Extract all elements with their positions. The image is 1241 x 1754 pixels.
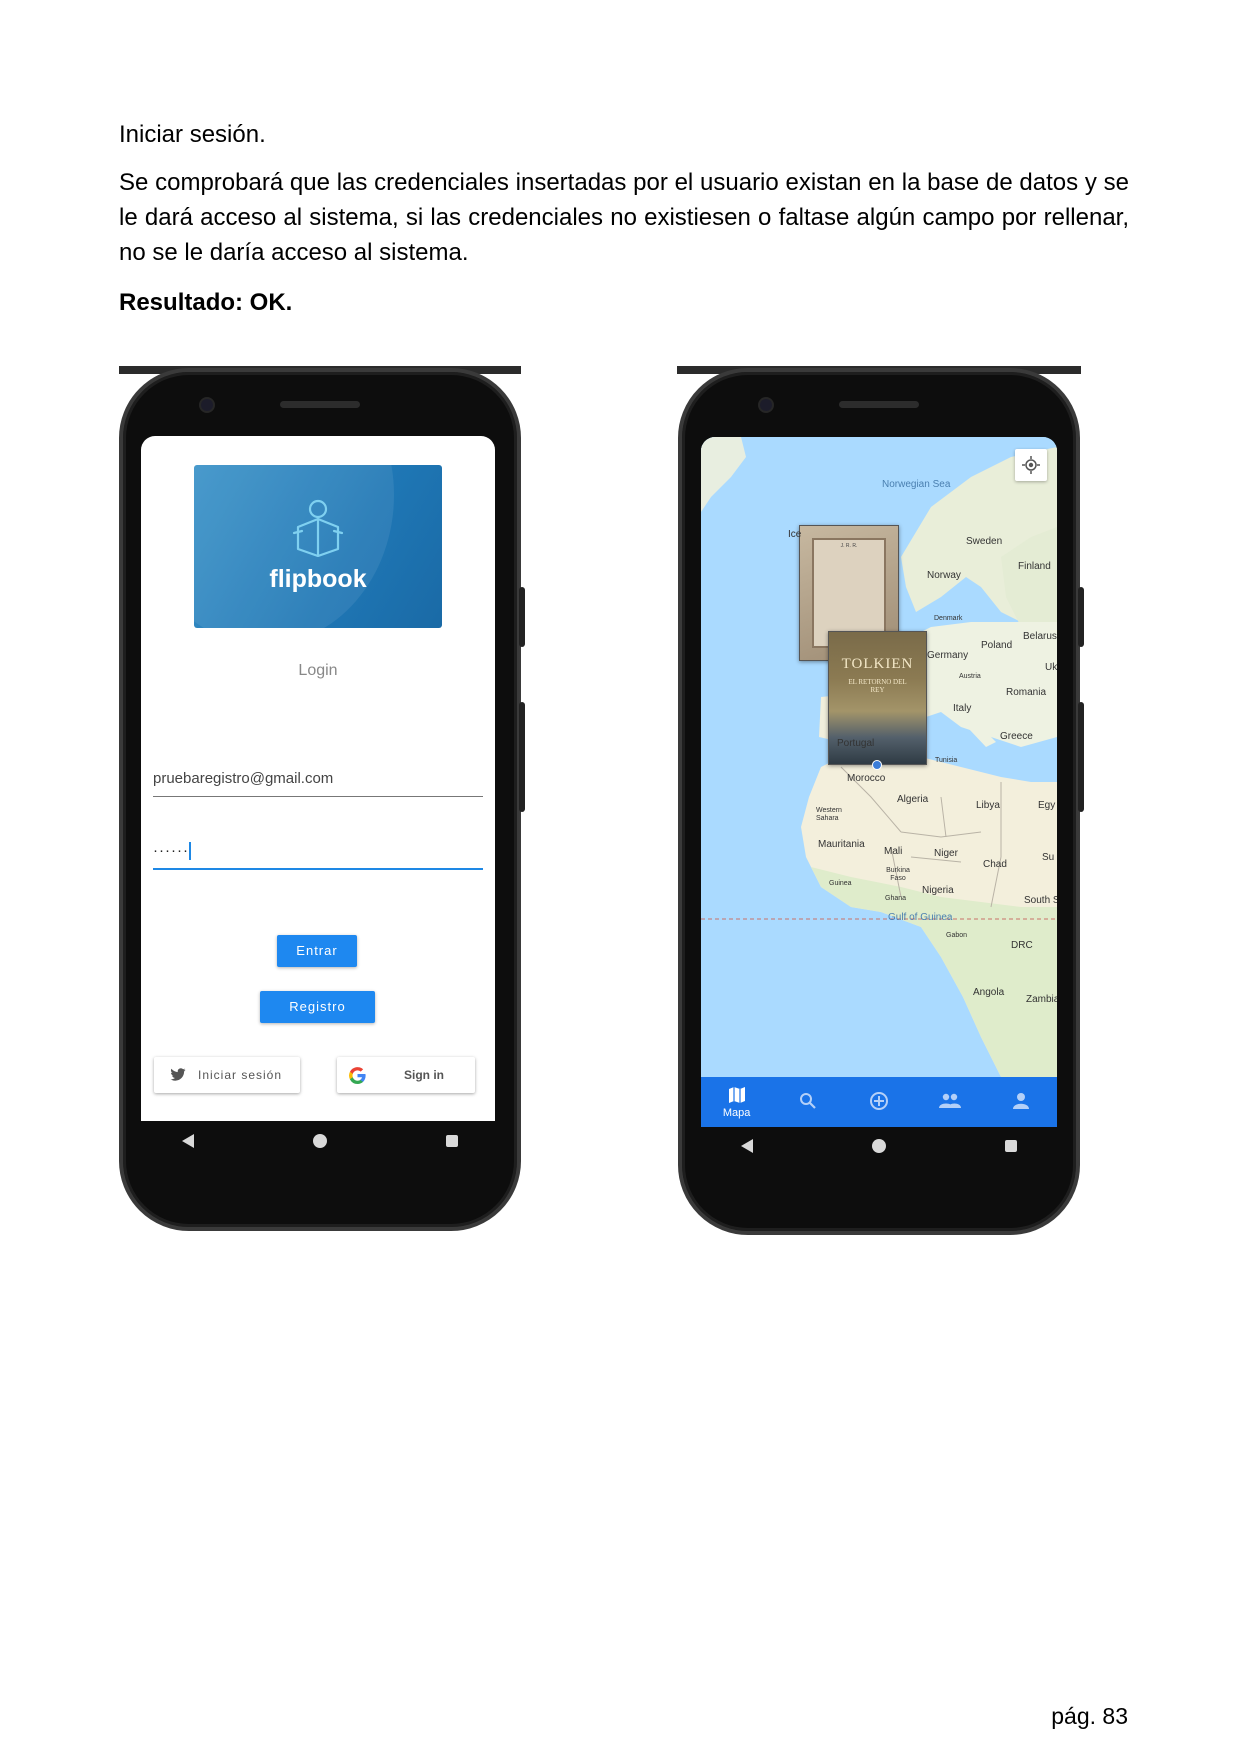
map-label: Egy (1038, 800, 1056, 811)
map-label: Sweden (966, 536, 1003, 547)
android-nav-bar (682, 1139, 1076, 1153)
map-label: Finland (1018, 561, 1051, 572)
power-button (519, 702, 525, 812)
map-label: Su (1042, 852, 1055, 863)
app-logo-card: flipbook (194, 465, 442, 628)
map-label: Tunisia (935, 757, 958, 764)
password-field[interactable]: ······ (153, 842, 483, 870)
book-cover-title: TOLKIEN (841, 656, 914, 672)
map-label: Niger (934, 848, 958, 859)
map-label: South S (1024, 895, 1057, 906)
tab-groups[interactable] (925, 1093, 975, 1112)
android-nav-bar (123, 1134, 517, 1148)
phone-frame: flipbook Login pruebaregistro@gmail.com … (119, 368, 525, 1231)
power-button (1078, 702, 1084, 812)
bottom-navigation: Mapa (701, 1077, 1057, 1127)
page-number: pág. 83 (1051, 1703, 1128, 1729)
map-label: Ghana (885, 895, 907, 902)
google-signin-label: Sign in (404, 1068, 444, 1082)
text-caret (188, 842, 191, 861)
tab-map[interactable]: Mapa (712, 1086, 762, 1119)
home-icon[interactable] (312, 1134, 327, 1148)
home-icon[interactable] (871, 1139, 886, 1153)
map-label: Angola (973, 987, 1005, 998)
earpiece-speaker (839, 401, 919, 408)
map-label: Norway (927, 570, 961, 581)
map-label: Western Sahara (816, 807, 842, 822)
map-label: Gabon (946, 932, 968, 939)
front-camera (760, 399, 772, 411)
map-label: Chad (983, 859, 1007, 870)
phone-frame: J. R. R. TOLKIEN EL RETORNO DEL REY Norw… (678, 368, 1084, 1235)
map-label: Nigeria (922, 885, 954, 896)
google-signin-button[interactable]: Sign in (337, 1057, 475, 1093)
person-icon (1013, 1092, 1030, 1109)
map-label: Poland (981, 640, 1013, 651)
map-label: Uk (1045, 662, 1057, 673)
map-label: Italy (953, 703, 972, 714)
map-label: Zambia (1026, 994, 1057, 1005)
twitter-signin-label: Iniciar sesión (198, 1068, 283, 1082)
enter-button[interactable]: Entrar (277, 935, 357, 967)
book-page-heading: J. R. R. (840, 543, 858, 549)
add-circle-icon (869, 1091, 888, 1110)
register-button[interactable]: Registro (260, 991, 375, 1023)
map-screen: J. R. R. TOLKIEN EL RETORNO DEL REY Norw… (701, 437, 1057, 1127)
result-line: Resultado: OK. (119, 289, 293, 316)
map-label: Denmark (934, 615, 963, 622)
my-location-icon (1022, 456, 1040, 474)
recents-icon[interactable] (1004, 1140, 1017, 1152)
login-title: Login (298, 662, 338, 679)
front-camera (201, 399, 213, 411)
email-field[interactable]: pruebaregistro@gmail.com (153, 770, 483, 797)
map-label: Burkina Faso (886, 867, 910, 882)
map-icon (728, 1086, 745, 1103)
book-cover-subtitle: EL RETORNO DEL REY (848, 678, 907, 694)
map-label: Mauritania (818, 839, 865, 850)
map-label: Greece (1000, 731, 1033, 742)
map-label: Morocco (847, 773, 886, 784)
map-label: Guinea (829, 880, 852, 887)
map-label: Norwegian Sea (882, 479, 951, 490)
logo-text: flipbook (269, 565, 367, 593)
map-label: Mali (884, 846, 903, 857)
password-mask: ······ (153, 842, 189, 859)
login-screen: flipbook Login pruebaregistro@gmail.com … (141, 436, 495, 1121)
map-view[interactable]: J. R. R. TOLKIEN EL RETORNO DEL REY Norw… (701, 437, 1057, 1077)
map-label: Gulf of Guinea (888, 912, 953, 923)
map-label: DRC (1011, 940, 1033, 951)
tab-add[interactable] (854, 1091, 904, 1114)
recents-icon[interactable] (445, 1135, 458, 1147)
tab-search[interactable] (783, 1092, 833, 1113)
map-label: Ice (788, 529, 802, 540)
tab-profile[interactable] (996, 1092, 1046, 1113)
search-icon (799, 1092, 816, 1109)
map-label: Germany (927, 650, 969, 661)
location-dot (872, 760, 882, 770)
map-label: Portugal (837, 738, 875, 749)
google-icon (349, 1066, 366, 1084)
people-icon (939, 1093, 962, 1108)
section-heading: Iniciar sesión. (119, 121, 266, 148)
back-icon[interactable] (741, 1139, 754, 1153)
twitter-icon (170, 1068, 186, 1081)
earpiece-speaker (280, 401, 360, 408)
volume-button (1078, 587, 1084, 647)
map-label: Algeria (897, 794, 929, 805)
tab-map-label: Mapa (722, 1106, 751, 1119)
twitter-signin-button[interactable]: Iniciar sesión (154, 1057, 300, 1093)
map-label: Belarus (1023, 631, 1057, 642)
reader-book-icon (292, 499, 344, 557)
volume-button (519, 587, 525, 647)
body-paragraph: Se comprobará que las credenciales inser… (119, 169, 1129, 266)
map-label: Austria (959, 673, 981, 680)
map-label: Romania (1006, 687, 1047, 698)
my-location-button[interactable] (1015, 449, 1047, 481)
back-icon[interactable] (182, 1134, 195, 1148)
map-label: Libya (976, 800, 1000, 811)
